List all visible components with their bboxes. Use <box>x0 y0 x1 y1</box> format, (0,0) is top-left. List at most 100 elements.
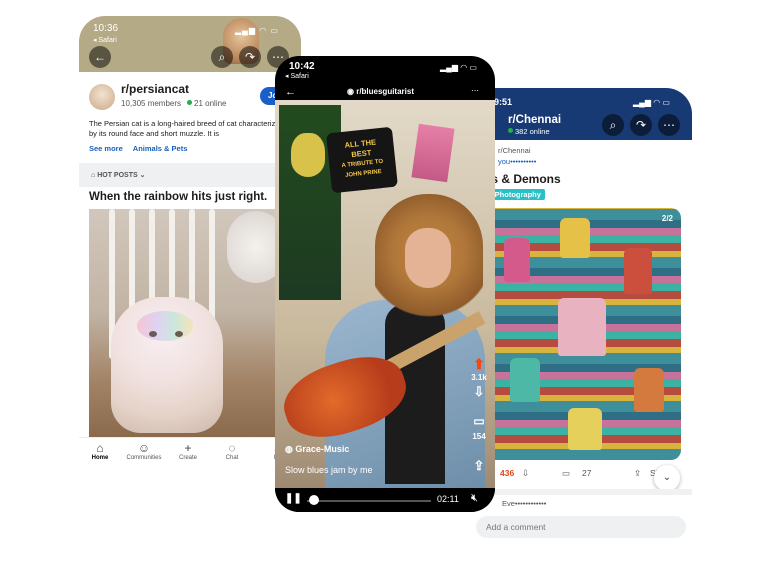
tab-communities[interactable]: ☺ Communities <box>123 441 165 461</box>
video-duration: 02:11 <box>437 494 459 504</box>
tab-label: Chat <box>225 455 239 461</box>
author-name: Grace-Music <box>295 444 350 454</box>
back-arrow-icon[interactable]: ← <box>285 86 296 98</box>
status-time: 9:51 <box>494 97 513 107</box>
tab-label: Home <box>91 455 109 461</box>
statue <box>634 368 664 412</box>
rainbow-light <box>137 311 193 341</box>
scroll-down-button[interactable]: ⌄ <box>654 465 680 491</box>
subreddit-avatar <box>89 84 115 110</box>
bottom-tab-bar: ⌂Home ☺Communities +Create ◌Chat ◔In <box>79 437 301 468</box>
signal-wifi-battery-icon: ▂▄▆ ◠ ▭ <box>235 26 279 35</box>
post-image[interactable] <box>89 209 289 437</box>
more-icon[interactable]: ⋯ <box>658 114 680 136</box>
signal-wifi-battery-icon: ▂▄▆ ◠ ▭ <box>633 98 670 107</box>
seek-handle[interactable] <box>308 495 319 505</box>
chevron-down-icon: ⌄ <box>137 172 146 179</box>
statue <box>504 238 530 282</box>
share-icon[interactable]: ⇪ <box>634 468 641 479</box>
signal-wifi-battery-icon: ▂▄▆ ◠ ▭ <box>440 63 477 72</box>
poster-figure <box>291 133 325 177</box>
statue <box>568 408 602 450</box>
wall-poster-pink <box>411 123 455 183</box>
topic-tag[interactable]: Animals & Pets <box>133 144 188 153</box>
status-time: 10:36 <box>93 23 119 34</box>
chennai-phone: 9:51 ▂▄▆ ◠ ▭ r/Chennai 382 online ⌕ ↷ ⋯ … <box>466 88 692 540</box>
subreddit-name: r/persiancat <box>121 82 190 96</box>
post-author[interactable]: you•••••••••• <box>498 156 536 167</box>
subreddit-name[interactable]: ◉ r/bluesguitarist <box>347 87 414 96</box>
comment-icon[interactable]: ▭ <box>562 468 570 479</box>
online-text: 382 online <box>515 127 550 136</box>
share-icon[interactable]: ⇪ <box>467 458 491 474</box>
player-controls: ❚❚ 02:11 🔇︎ <box>275 488 495 512</box>
comment-author[interactable]: Eve•••••••••••• <box>502 499 546 508</box>
tab-label: Communities <box>126 455 162 461</box>
share-icon[interactable]: ↷ <box>239 46 261 68</box>
cat-eye <box>149 331 157 337</box>
temple-photo[interactable]: 2/2 <box>484 208 681 460</box>
subreddit-label: r/bluesguitarist <box>356 87 414 96</box>
video-nav-bar: ← ◉ r/bluesguitarist ⋯ <box>275 84 495 100</box>
online-dot-icon <box>508 128 513 133</box>
header-banner: 10:36 ◂ Safari ▂▄▆ ◠ ▭ ← ⌕ ↷ ⋯ <box>79 16 301 72</box>
subreddit-avatar-icon: ◉ <box>347 87 357 96</box>
face <box>405 228 451 288</box>
share-icon[interactable]: ↷ <box>630 114 652 136</box>
video-player[interactable]: ALL THE BEST A TRIBUTE TO JOHN PRINE ⬆ 3… <box>275 100 495 488</box>
add-comment-input[interactable]: Add a comment <box>476 516 686 538</box>
member-count: 10,305 members <box>121 99 182 108</box>
status-time: 10:42 <box>289 61 315 72</box>
post-subreddit[interactable]: r/Chennai <box>498 145 536 156</box>
post-meta: r/Chennai you•••••••••• <box>498 145 536 167</box>
subreddit-name: r/Chennai <box>508 114 562 126</box>
subreddit-description: The Persian cat is a long-haired breed o… <box>89 119 284 138</box>
video-author[interactable]: ◍ Grace-Music <box>285 444 349 455</box>
search-icon[interactable]: ⌕ <box>211 46 233 68</box>
comment-count: 154 <box>472 432 486 441</box>
sort-label: HOT POSTS <box>97 172 138 179</box>
statue <box>560 218 590 258</box>
seek-bar[interactable] <box>307 500 431 502</box>
upvote-icon[interactable]: ⬆ <box>467 356 491 373</box>
back-to-safari[interactable]: ◂ Safari <box>285 72 309 80</box>
subreddit-links: See more Animals & Pets <box>89 144 197 153</box>
back-to-safari[interactable]: ◂ Safari <box>93 36 117 44</box>
search-icon[interactable]: ⌕ <box>602 114 624 136</box>
cat-eye <box>175 331 183 337</box>
persiancat-phone: 10:36 ◂ Safari ▂▄▆ ◠ ▭ ← ⌕ ↷ ⋯ r/persian… <box>79 16 301 468</box>
tab-home[interactable]: ⌂ Home <box>79 441 121 461</box>
plus-icon: + <box>184 441 192 455</box>
upvote-count: 3.1k <box>471 373 487 382</box>
more-icon[interactable]: ⋯ <box>471 86 479 95</box>
mockup-stage: 10:36 ◂ Safari ▂▄▆ ◠ ▭ ← ⌕ ↷ ⋯ r/persian… <box>0 0 770 564</box>
statue <box>510 358 540 402</box>
see-more-link[interactable]: See more <box>89 144 123 153</box>
downvote-icon[interactable]: ⇩ <box>467 384 491 400</box>
sort-dropdown[interactable]: ⌂ HOT POSTS ⌄ <box>79 163 301 187</box>
image-counter: 2/2 <box>661 214 673 223</box>
online-count: 382 online <box>508 127 550 136</box>
comment-icon[interactable]: ▭ <box>467 414 491 428</box>
tab-chat[interactable]: ◌ Chat <box>211 441 253 461</box>
chat-icon: ◌ <box>228 441 236 455</box>
rainbow-persian-cat <box>111 297 223 433</box>
post-title[interactable]: ds & Demons <box>484 172 561 186</box>
subreddit-info: r/persiancat 10,305 members 21 online Jo … <box>79 72 301 172</box>
statue <box>624 248 652 294</box>
subreddit-stats: 10,305 members 21 online <box>121 99 227 108</box>
pause-icon[interactable]: ❚❚ <box>285 493 302 504</box>
post-title[interactable]: When the rainbow hits just right. <box>89 191 267 203</box>
video-caption: Slow blues jam by me <box>285 465 373 475</box>
tab-label: Create <box>178 455 197 461</box>
back-arrow-icon[interactable]: ← <box>89 46 111 68</box>
tribute-sign: ALL THE BEST A TRIBUTE TO JOHN PRINE <box>326 126 398 194</box>
downvote-icon[interactable]: ⇩ <box>522 468 529 479</box>
divider <box>466 489 692 495</box>
communities-icon: ☺ <box>137 441 151 455</box>
mute-icon[interactable]: 🔇︎ <box>471 492 478 505</box>
comment-count: 27 <box>582 468 592 478</box>
online-count: 21 online <box>194 99 227 108</box>
user-avatar-icon: ◍ <box>285 444 296 454</box>
tab-create[interactable]: + Create <box>167 441 209 461</box>
